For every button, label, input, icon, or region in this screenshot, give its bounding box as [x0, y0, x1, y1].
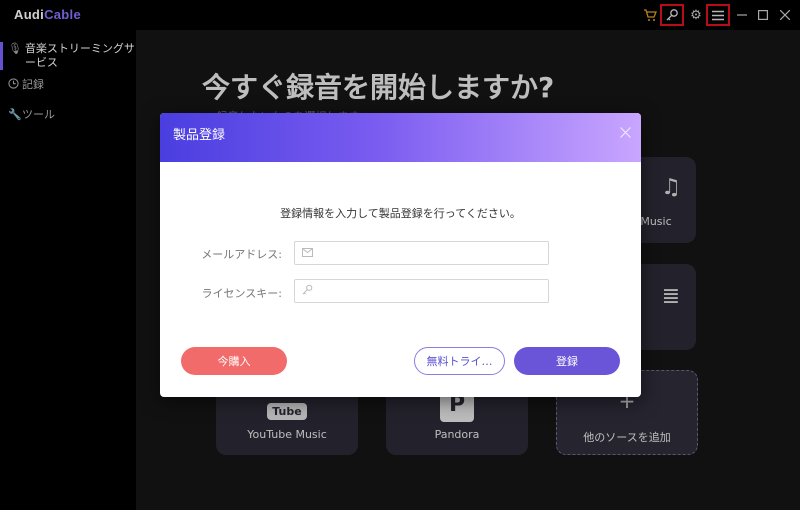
dialog-close-icon[interactable] [620, 123, 631, 142]
dialog-title: 製品登録 [173, 128, 226, 143]
key-icon [302, 284, 318, 298]
buy-now-button[interactable]: 今購入 [181, 347, 287, 375]
dialog-header: 製品登録 [160, 113, 641, 162]
license-key-label: ライセンスキー: [201, 287, 283, 300]
dialog-message: 登録情報を入力して製品登録を行ってください。 [280, 207, 521, 220]
email-label: メールアドレス: [201, 248, 282, 261]
free-trial-button[interactable]: 無料トライ… [414, 347, 505, 375]
email-field-wrapper[interactable] [294, 241, 549, 265]
email-field[interactable] [318, 243, 548, 263]
license-key-field[interactable] [318, 281, 548, 301]
register-button[interactable]: 登録 [514, 347, 620, 375]
envelope-icon [302, 247, 318, 260]
license-key-field-wrapper[interactable] [294, 279, 549, 303]
registration-dialog: 製品登録 登録情報を入力して製品登録を行ってください。 メールアドレス: ライセ… [160, 113, 641, 397]
